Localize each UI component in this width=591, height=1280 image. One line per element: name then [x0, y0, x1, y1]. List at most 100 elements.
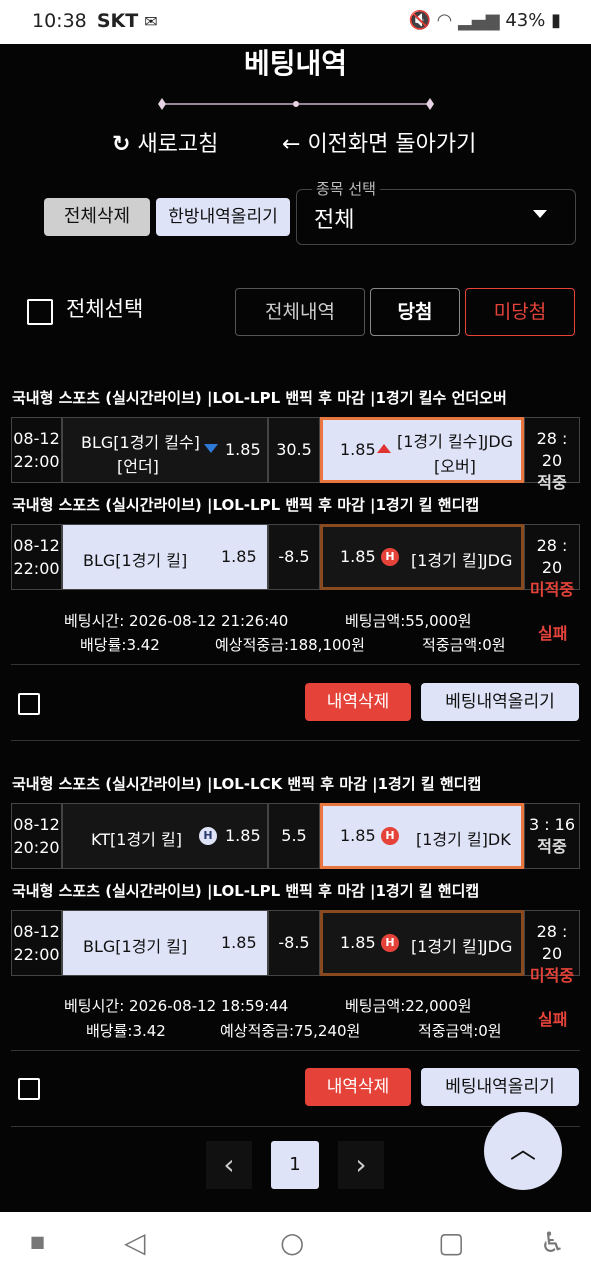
recents-nav-icon[interactable]: ▢ — [438, 1226, 464, 1259]
pick-left[interactable]: KT[1경기 킬] H 1.85 — [62, 803, 268, 869]
pick-left[interactable]: BLG[1경기 킬] 1.85 — [62, 524, 268, 590]
game-time: 22:00 — [13, 559, 60, 578]
handicap-icon: H — [381, 934, 399, 952]
bet-amount: 베팅금액:55,000원 — [345, 612, 472, 630]
game-date: 08-12 — [13, 815, 60, 834]
back-nav-icon[interactable]: ◁ — [124, 1226, 146, 1259]
bet-game-row: 08-12 22:00 BLG[1경기 킬] 1.85 -8.5 1.85 H … — [11, 910, 580, 985]
page-1-button[interactable]: 1 — [271, 1141, 319, 1189]
pick-left-odds: 1.85 — [221, 933, 257, 952]
decorative-divider — [158, 98, 434, 110]
game-header: 국내형 스포츠 (실시간라이브) |LOL-LPL 밴픽 후 마감 |1경기 킬… — [12, 882, 480, 900]
game-date: 08-12 — [13, 429, 60, 448]
delete-all-button[interactable]: 전체삭제 — [44, 198, 150, 236]
pick-right-selected[interactable]: 1.85 H [1경기 킬]DK — [320, 803, 524, 869]
expected-win: 예상적중금:188,100원 — [215, 636, 365, 654]
pick-left-label: KT[1경기 킬] — [91, 830, 182, 849]
refresh-icon: ↻ — [112, 132, 131, 157]
refresh-label: 새로고침 — [137, 132, 219, 157]
filter-unsettled[interactable]: 미당첨 — [465, 288, 575, 336]
pick-left-odds: 1.85 — [225, 440, 261, 459]
mail-icon: ✉ — [144, 12, 158, 31]
pick-right-label: [1경기 킬수]JDG — [397, 432, 514, 451]
caret-down-icon[interactable] — [533, 210, 547, 218]
pick-left-odds: 1.85 — [225, 826, 261, 845]
scroll-top-button[interactable]: ︿ — [484, 1112, 562, 1190]
bet-game-row: 08-12 22:00 BLG[1경기 킬] 1.85 -8.5 1.85 H … — [11, 524, 580, 599]
prev-page-button[interactable]: ‹ — [206, 1141, 252, 1189]
pick-left[interactable]: BLG[1경기 킬수] [언더] 1.85 — [62, 417, 268, 483]
refresh-button[interactable]: ↻ 새로고침 — [112, 126, 218, 158]
pick-left-label: BLG[1경기 킬] — [83, 551, 188, 570]
handicap-icon: H — [381, 548, 399, 566]
upload-batch-button[interactable]: 한방내역올리기 — [156, 198, 290, 236]
pick-left-label: BLG[1경기 킬수] — [81, 433, 200, 452]
next-page-button[interactable]: › — [338, 1141, 384, 1189]
pick-right-odds: 1.85 — [340, 547, 376, 566]
back-label: 이전화면 돌아가기 — [307, 132, 477, 157]
bet-checkbox[interactable] — [18, 693, 40, 715]
game-score: 28 : 20 적중 — [524, 417, 580, 492]
pick-left-sublabel: [언더] — [117, 457, 159, 476]
filter-won[interactable]: 당첨 — [370, 288, 460, 336]
pick-left[interactable]: BLG[1경기 킬] 1.85 — [62, 910, 268, 976]
pick-right-selected[interactable]: 1.85 H [1경기 킬]JDG — [320, 524, 524, 590]
game-date: 08-12 — [13, 922, 60, 941]
upload-bet-button[interactable]: 베팅내역올리기 — [421, 1068, 579, 1106]
pick-left-label: BLG[1경기 킬] — [83, 937, 188, 956]
bet-checkbox[interactable] — [18, 1078, 40, 1100]
status-badge: 적중 — [537, 473, 567, 492]
game-score: 28 : 20 미적중 — [524, 524, 580, 599]
pick-right-odds: 1.85 — [340, 933, 376, 952]
upload-bet-button[interactable]: 베팅내역올리기 — [421, 683, 579, 721]
game-time: 20:20 — [13, 838, 60, 857]
accessibility-icon[interactable]: ♿ — [540, 1226, 565, 1259]
status-time: 10:38 — [32, 10, 87, 32]
pick-right-sublabel: [오버] — [434, 457, 476, 476]
score-text: 3 : 16 — [528, 815, 576, 834]
mute-icon: 🔇 — [408, 10, 431, 31]
result-badge: 실패 — [538, 624, 568, 643]
hit-amount: 적중금액:0원 — [422, 636, 506, 654]
game-header: 국내형 스포츠 (실시간라이브) |LOL-LPL 밴픽 후 마감 |1경기 킬… — [12, 389, 507, 407]
home-nav-icon[interactable]: ○ — [280, 1226, 304, 1259]
pick-right-label: [1경기 킬]DK — [416, 830, 511, 849]
game-score: 3 : 16 적중 — [524, 803, 580, 869]
game-datetime: 08-12 22:00 — [11, 524, 62, 590]
divider — [11, 740, 580, 741]
signal-icon: ▂▄▆ — [458, 10, 500, 31]
game-datetime: 08-12 22:00 — [11, 910, 62, 976]
bet-game-row: 08-12 20:20 KT[1경기 킬] H 1.85 5.5 1.85 H … — [11, 803, 580, 869]
pick-right-label: [1경기 킬]JDG — [411, 551, 513, 570]
game-datetime: 08-12 22:00 — [11, 417, 62, 483]
back-button[interactable]: ← 이전화면 돌아가기 — [282, 126, 476, 158]
divider — [11, 1050, 580, 1051]
page-title: 베팅내역 — [243, 47, 348, 80]
bet-amount: 베팅금액:22,000원 — [345, 997, 472, 1015]
select-all-checkbox[interactable] — [27, 299, 53, 325]
score-text: 28 : 20 — [536, 429, 568, 470]
arrow-down-icon — [204, 444, 218, 453]
select-all-label[interactable]: 전체선택 — [66, 293, 143, 323]
status-badge: 미적중 — [529, 966, 575, 985]
filter-all-history[interactable]: 전체내역 — [235, 288, 365, 336]
pick-right-selected[interactable]: 1.85 [1경기 킬수]JDG [오버] — [320, 417, 524, 483]
arrow-up-icon — [377, 444, 391, 453]
menu-dot-icon[interactable]: ■ — [30, 1232, 45, 1251]
line-value: 5.5 — [268, 803, 320, 869]
pick-right-odds: 1.85 — [340, 826, 376, 845]
handicap-icon: H — [381, 827, 399, 845]
game-header: 국내형 스포츠 (실시간라이브) |LOL-LPL 밴픽 후 마감 |1경기 킬… — [12, 496, 480, 514]
bet-time: 베팅시간: 2026-08-12 21:26:40 — [64, 612, 289, 630]
delete-bet-button[interactable]: 내역삭제 — [305, 683, 411, 721]
pick-right-selected[interactable]: 1.85 H [1경기 킬]JDG — [320, 910, 524, 976]
result-badge: 실패 — [538, 1010, 568, 1029]
delete-bet-button[interactable]: 내역삭제 — [305, 1068, 411, 1106]
odds-total: 배당률:3.42 — [80, 636, 160, 654]
pick-left-odds: 1.85 — [221, 547, 257, 566]
sport-select-value[interactable]: 전체 — [314, 202, 354, 234]
line-value: -8.5 — [268, 524, 320, 590]
line-value: 30.5 — [268, 417, 320, 483]
pick-right-odds: 1.85 — [340, 440, 376, 459]
system-nav-bar: ■ ◁ ○ ▢ ♿ — [0, 1212, 591, 1280]
